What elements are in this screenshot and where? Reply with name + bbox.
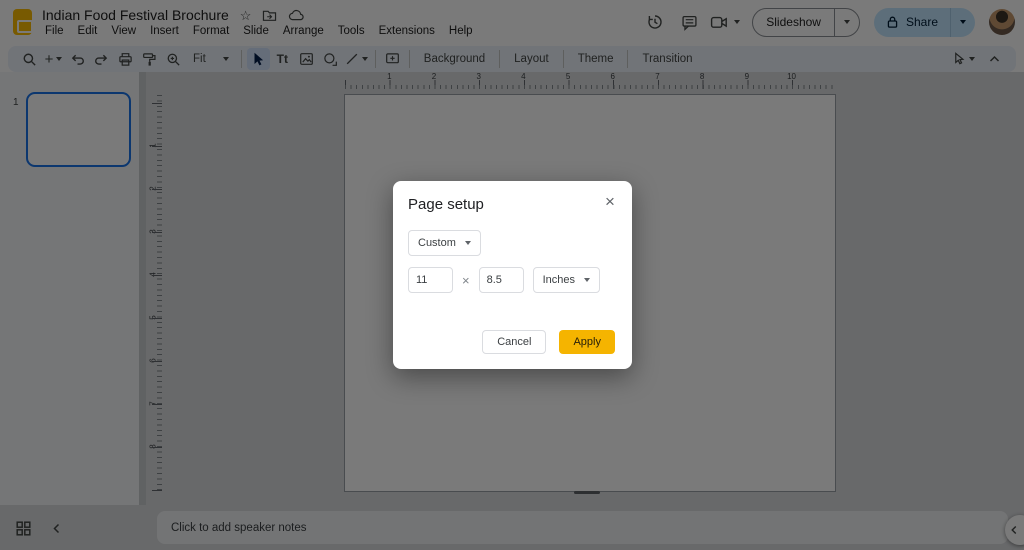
custom-size-row: × Inches: [408, 267, 600, 293]
page-width-input[interactable]: [408, 267, 453, 293]
cancel-button[interactable]: Cancel: [482, 330, 546, 354]
chevron-down-icon: [584, 278, 590, 282]
page-setup-dialog: Page setup × Custom × Inches Cancel Appl…: [393, 181, 632, 369]
dialog-title: Page setup: [408, 196, 484, 213]
units-dropdown[interactable]: Inches: [533, 267, 600, 293]
google-slides-window: Indian Food Festival Brochure ☆ File Edi…: [0, 0, 1024, 550]
chevron-down-icon: [465, 241, 471, 245]
units-value: Inches: [543, 274, 575, 286]
times-symbol: ×: [462, 273, 470, 288]
close-icon[interactable]: ×: [598, 190, 622, 214]
dialog-actions: Cancel Apply: [482, 330, 615, 354]
apply-button[interactable]: Apply: [559, 330, 615, 354]
page-size-preset-dropdown[interactable]: Custom: [408, 230, 481, 256]
page-height-input[interactable]: [479, 267, 524, 293]
preset-value: Custom: [418, 237, 456, 249]
